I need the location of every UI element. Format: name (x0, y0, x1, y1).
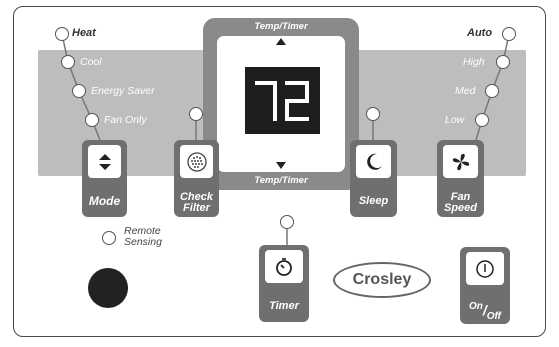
fan-high-label: High (463, 56, 485, 68)
fan-speed-label: Fan Speed (437, 192, 484, 214)
sleep-button-face (356, 145, 391, 178)
mode-energy-saver-label: Energy Saver (91, 85, 155, 97)
remote-sensing-line2: Sensing (124, 236, 162, 248)
heat-led-icon (55, 27, 69, 41)
fan-only-led-icon (85, 113, 99, 127)
mode-button[interactable]: Mode (82, 140, 127, 217)
timer-led-icon (280, 215, 294, 229)
sleep-led-icon (366, 107, 380, 121)
fan-med-label: Med (455, 85, 476, 97)
mode-button-face (88, 145, 121, 178)
check-filter-label-line2: Filter (183, 202, 210, 214)
mode-fan-only-label: Fan Only (104, 114, 147, 126)
fan-speed-button-face (443, 145, 478, 178)
mode-heat-label: Heat (72, 27, 96, 39)
filter-icon (186, 151, 207, 172)
off-label: Off (486, 311, 502, 322)
mode-button-label: Mode (88, 194, 121, 208)
power-button-label: On/Off (468, 301, 502, 322)
timer-button-label: Timer (269, 300, 299, 312)
sleep-button-label: Sleep (358, 195, 389, 207)
fan-icon (452, 153, 469, 170)
fan-auto-label: Auto (467, 27, 493, 39)
mode-cool-label: Cool (80, 56, 102, 68)
power-button-face (466, 252, 504, 285)
auto-led-icon (502, 27, 516, 41)
on-label: On (468, 301, 483, 312)
fan-speed-button[interactable]: Fan Speed (437, 140, 484, 217)
check-filter-button-face (180, 145, 213, 178)
power-icon (476, 259, 494, 278)
remote-sensing-label: Remote Sensing (124, 226, 162, 248)
low-led-icon (475, 113, 489, 127)
remote-sensing-led-icon (102, 231, 116, 245)
clock-icon (276, 257, 292, 276)
sleep-button[interactable]: Sleep (350, 140, 397, 217)
check-filter-label: Check Filter (174, 192, 219, 214)
ir-receiver-icon (88, 268, 128, 308)
timer-button[interactable]: Timer (259, 245, 309, 322)
energy-saver-led-icon (72, 84, 86, 98)
power-button[interactable]: On/Off (460, 247, 510, 324)
brand-name: Crosley (352, 271, 412, 288)
fan-speed-label-line2: Speed (443, 202, 477, 214)
up-down-arrows-icon (98, 153, 111, 170)
high-led-icon (496, 55, 510, 69)
check-filter-led-icon (189, 107, 203, 121)
med-led-icon (485, 84, 499, 98)
crosley-logo: Crosley (333, 262, 431, 298)
cool-led-icon (61, 55, 75, 69)
timer-button-face (265, 250, 303, 283)
check-filter-button[interactable]: Check Filter (174, 140, 219, 217)
control-panel: Temp/Timer Temp/Timer 72 Heat Cool Energ… (0, 0, 559, 347)
fan-low-label: Low (445, 114, 465, 126)
moon-icon (366, 153, 382, 170)
